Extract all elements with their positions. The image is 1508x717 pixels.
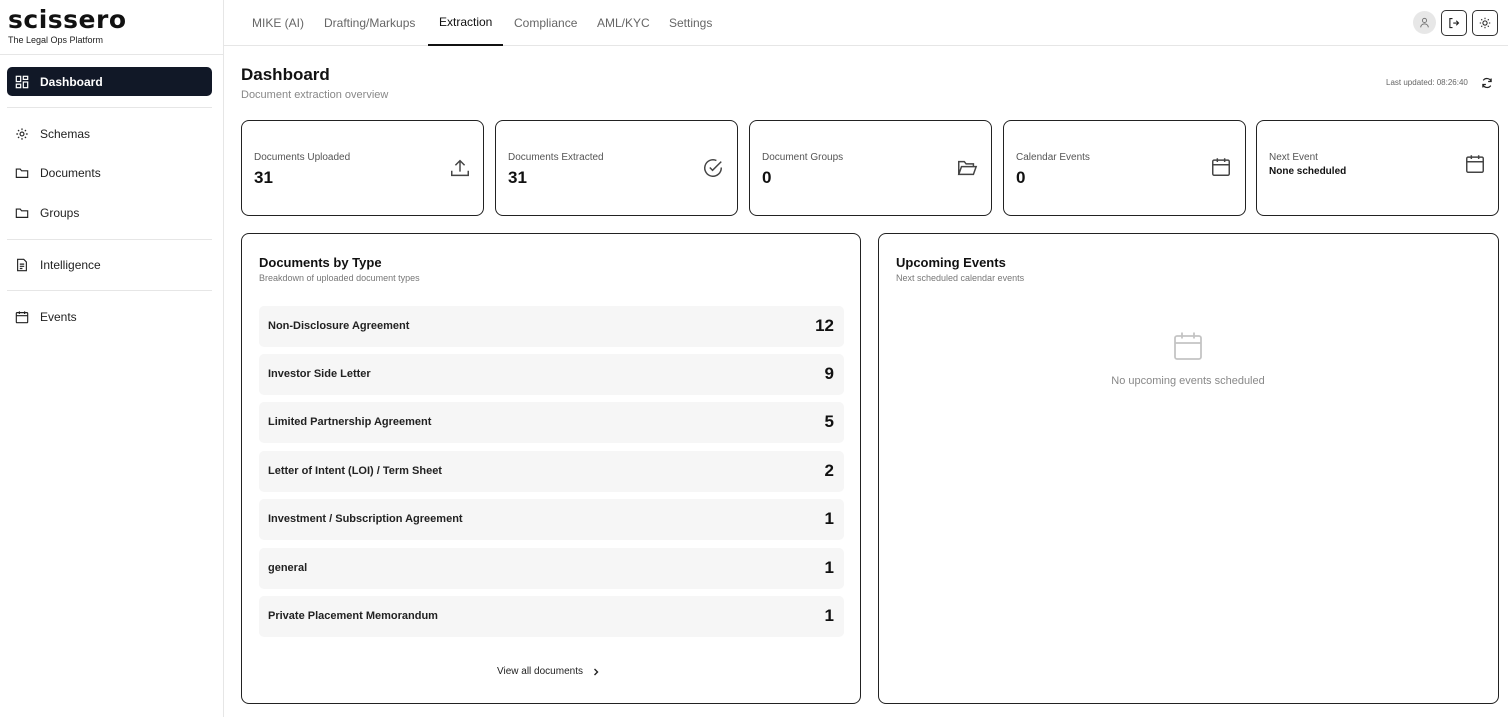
logout-button[interactable]	[1441, 10, 1467, 36]
user-avatar[interactable]	[1413, 11, 1436, 34]
sidebar-item-label: Intelligence	[40, 257, 101, 272]
theme-toggle-button[interactable]	[1472, 10, 1498, 36]
panel-title: Upcoming Events	[896, 255, 1006, 270]
user-icon	[1420, 17, 1429, 28]
stat-card-document-groups: Document Groups 0	[749, 120, 992, 216]
sidebar: scissero The Legal Ops Platform Dashboar…	[0, 0, 224, 717]
document-type-row[interactable]: Investment / Subscription Agreement 1	[259, 499, 844, 540]
folder-icon	[15, 167, 29, 178]
divider	[7, 107, 212, 108]
document-type-name: Private Placement Memorandum	[268, 610, 438, 622]
top-nav: MIKE (AI) Drafting/Markups Extraction Co…	[224, 0, 1508, 46]
view-all-label: View all documents	[497, 666, 583, 677]
sun-icon	[1479, 17, 1491, 29]
stat-value: 31	[254, 168, 273, 187]
stat-label: Documents Uploaded	[254, 152, 351, 163]
stat-card-calendar-events: Calendar Events 0	[1003, 120, 1246, 216]
stat-card-documents-extracted: Documents Extracted 31	[495, 120, 738, 216]
document-type-name: Limited Partnership Agreement	[268, 416, 432, 428]
document-type-count: 1	[824, 606, 834, 625]
logout-icon	[1449, 17, 1460, 29]
brand-tagline: The Legal Ops Platform	[8, 35, 104, 45]
tab-aml-kyc[interactable]: AML/KYC	[597, 0, 650, 46]
refresh-icon[interactable]	[1481, 77, 1493, 89]
document-type-row[interactable]: Investor Side Letter 9	[259, 354, 844, 395]
document-type-name: general	[268, 562, 308, 574]
document-type-name: Letter of Intent (LOI) / Term Sheet	[268, 465, 442, 477]
stat-value: 0	[1016, 168, 1026, 187]
tab-mike-ai[interactable]: MIKE (AI)	[252, 0, 304, 46]
upload-icon	[451, 159, 469, 177]
page-title: Dashboard	[241, 65, 330, 84]
sidebar-item-label: Dashboard	[40, 74, 103, 89]
stat-value: 31	[508, 168, 527, 187]
sidebar-item-intelligence[interactable]: Intelligence	[7, 250, 212, 279]
stat-card-documents-uploaded: Documents Uploaded 31	[241, 120, 484, 216]
panel-title: Documents by Type	[259, 255, 382, 270]
divider	[7, 290, 212, 291]
document-type-count: 1	[824, 558, 834, 577]
stat-card-next-event: Next Event None scheduled	[1256, 120, 1499, 216]
document-type-name: Investor Side Letter	[268, 368, 371, 380]
stat-label: Documents Extracted	[508, 152, 604, 163]
panel-subtitle: Breakdown of uploaded document types	[259, 273, 420, 283]
folder-icon	[15, 207, 29, 218]
upcoming-events-panel: Upcoming Events Next scheduled calendar …	[878, 233, 1499, 704]
document-type-count: 2	[824, 461, 834, 480]
document-type-name: Non-Disclosure Agreement	[268, 320, 410, 332]
stat-value: None scheduled	[1269, 166, 1347, 177]
tab-compliance[interactable]: Compliance	[514, 0, 577, 46]
stat-label: Document Groups	[762, 152, 844, 163]
tab-extraction[interactable]: Extraction	[428, 0, 504, 46]
sidebar-item-events[interactable]: Events	[7, 302, 212, 331]
gear-icon	[16, 127, 28, 140]
sidebar-item-label: Groups	[40, 205, 80, 220]
grid-icon	[15, 75, 29, 88]
folder-open-icon	[957, 160, 978, 176]
document-type-count: 12	[815, 316, 834, 335]
calendar-icon	[15, 310, 29, 323]
sidebar-item-groups[interactable]: Groups	[7, 198, 212, 227]
sidebar-item-label: Schemas	[40, 126, 91, 141]
page-subtitle: Document extraction overview	[241, 89, 389, 101]
document-type-row[interactable]: Non-Disclosure Agreement 12	[259, 306, 844, 347]
tab-drafting-markups[interactable]: Drafting/Markups	[324, 0, 415, 46]
last-updated: Last updated: 08:26:40	[1386, 78, 1468, 87]
check-circle-icon	[704, 159, 722, 177]
divider	[7, 239, 212, 240]
brand-logo: scissero	[8, 5, 127, 34]
document-type-row[interactable]: Private Placement Memorandum 1	[259, 596, 844, 637]
empty-state-message: No upcoming events scheduled	[1111, 375, 1265, 387]
sidebar-item-schemas[interactable]: Schemas	[7, 119, 212, 148]
sidebar-item-label: Documents	[40, 165, 101, 180]
tab-settings[interactable]: Settings	[669, 0, 712, 46]
document-type-row[interactable]: general 1	[259, 548, 844, 589]
brand[interactable]: scissero The Legal Ops Platform	[0, 0, 223, 55]
document-type-row[interactable]: Limited Partnership Agreement 5	[259, 402, 844, 443]
file-text-icon	[17, 258, 27, 271]
panel-subtitle: Next scheduled calendar events	[896, 273, 1025, 283]
calendar-icon	[1174, 332, 1202, 360]
document-type-count: 5	[824, 412, 834, 431]
sidebar-item-dashboard[interactable]: Dashboard	[7, 67, 212, 96]
chevron-right-icon	[593, 668, 599, 675]
document-type-count: 9	[824, 364, 834, 383]
stat-value: 0	[762, 168, 772, 187]
calendar-icon	[1212, 158, 1230, 176]
sidebar-item-documents[interactable]: Documents	[7, 158, 212, 187]
document-type-row[interactable]: Letter of Intent (LOI) / Term Sheet 2	[259, 451, 844, 492]
view-all-documents-link[interactable]: View all documents	[497, 666, 601, 677]
documents-by-type-panel: Documents by Type Breakdown of uploaded …	[241, 233, 861, 704]
stat-label: Next Event	[1269, 152, 1318, 163]
document-type-name: Investment / Subscription Agreement	[268, 513, 463, 525]
sidebar-item-label: Events	[40, 309, 77, 324]
document-type-count: 1	[824, 509, 834, 528]
calendar-icon	[1466, 155, 1484, 173]
stat-label: Calendar Events	[1016, 152, 1090, 163]
